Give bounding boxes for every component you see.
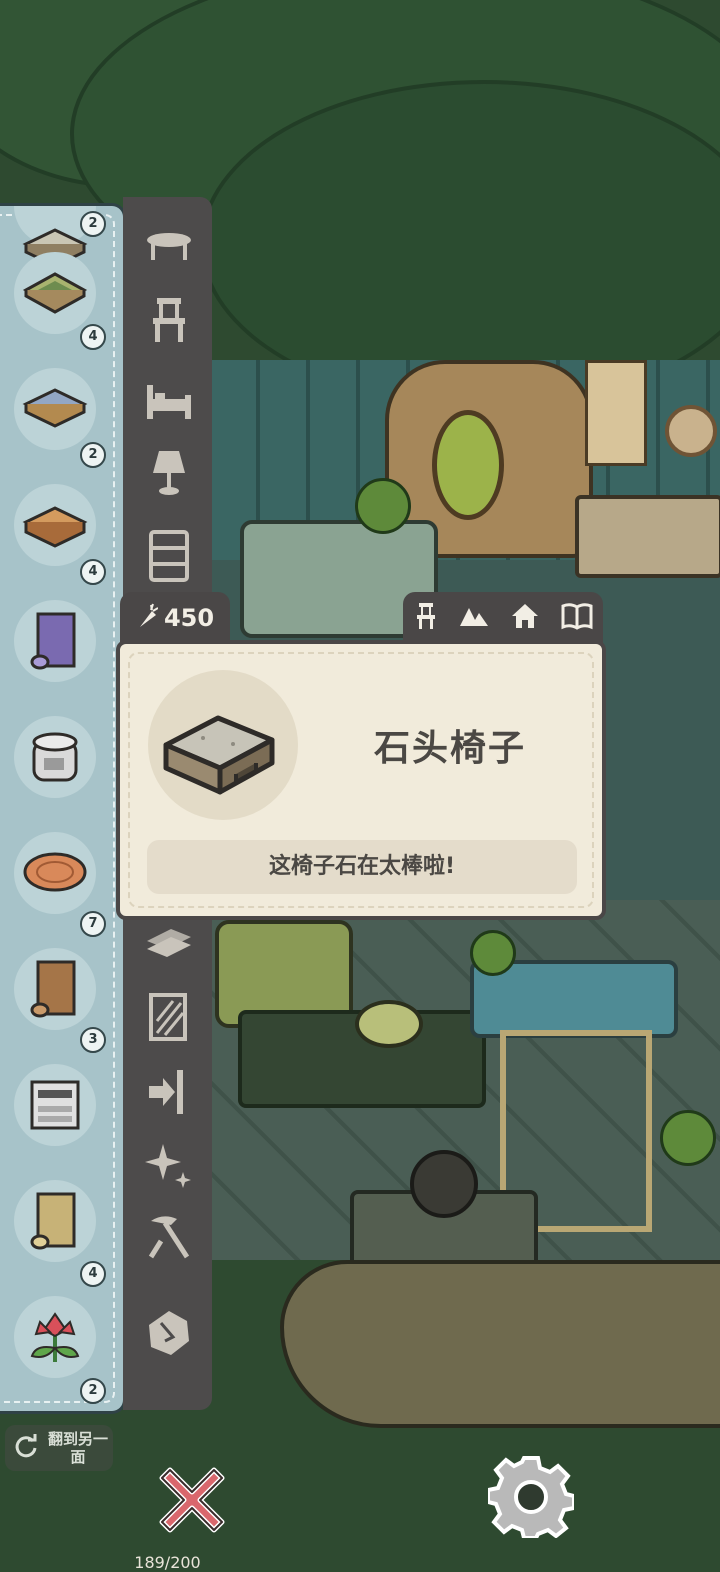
door-icon bbox=[149, 1070, 183, 1114]
cabinet[interactable] bbox=[575, 495, 720, 578]
item-tags bbox=[403, 592, 603, 644]
item-name: 石头椅子 bbox=[373, 728, 526, 769]
rice-cooker-icon bbox=[32, 732, 78, 782]
close-button[interactable] bbox=[150, 1458, 234, 1542]
category-shelf[interactable] bbox=[143, 530, 195, 582]
red-flower-plant-icon bbox=[30, 1312, 80, 1362]
carrot-icon bbox=[136, 603, 159, 633]
stone-icon bbox=[149, 1311, 189, 1355]
category-wallpaper[interactable] bbox=[143, 991, 195, 1043]
wall-scroll bbox=[585, 360, 647, 466]
purple-wallpaper-roll-icon bbox=[30, 612, 76, 670]
item-preview bbox=[148, 670, 298, 820]
purple-wallpaper-roll-item[interactable] bbox=[14, 600, 96, 682]
home-icon bbox=[510, 602, 540, 634]
red-flower-plant-item[interactable] bbox=[14, 1296, 96, 1378]
lamp-icon bbox=[153, 451, 185, 495]
fruit-bowl[interactable] bbox=[355, 1000, 423, 1048]
item-count-badge: 4 bbox=[80, 1261, 106, 1287]
tools-icon bbox=[148, 1216, 190, 1259]
category-chair[interactable] bbox=[143, 294, 195, 346]
blue-plank-bench-icon bbox=[22, 388, 88, 428]
inventory-capacity: 189/200 bbox=[134, 1553, 201, 1572]
green-mat-table-item[interactable] bbox=[14, 252, 96, 334]
wood-wallpaper-roll-item[interactable] bbox=[14, 948, 96, 1030]
settings-button[interactable] bbox=[486, 1452, 576, 1540]
category-stone[interactable] bbox=[143, 1307, 195, 1359]
item-count-badge: 4 bbox=[80, 559, 106, 585]
cooking-pot[interactable] bbox=[410, 1150, 478, 1218]
round-window bbox=[432, 410, 504, 520]
inventory-panel[interactable]: 2 4 2 4 7 3 4 2 bbox=[0, 203, 126, 1414]
category-floor[interactable] bbox=[143, 919, 195, 971]
wood-slice-rug-icon bbox=[23, 852, 87, 892]
shelf-icon bbox=[149, 530, 189, 582]
green-mat-table-icon bbox=[22, 272, 88, 314]
category-lamp[interactable] bbox=[143, 447, 195, 499]
category-sparkle[interactable] bbox=[143, 1140, 195, 1192]
rice-cooker-item[interactable] bbox=[14, 716, 96, 798]
floor-icon bbox=[147, 929, 191, 957]
sparkle-icon bbox=[145, 1144, 191, 1188]
bamboo-wallpaper-roll-item[interactable] bbox=[14, 1180, 96, 1262]
bamboo-wallpaper-roll-icon bbox=[30, 1192, 76, 1250]
bed-icon bbox=[147, 385, 191, 419]
stone-chair-icon bbox=[163, 715, 275, 795]
flip-button-label: 翻到另一面 bbox=[47, 1430, 108, 1466]
potted-plant[interactable] bbox=[470, 930, 516, 976]
category-bed[interactable] bbox=[143, 375, 195, 427]
category-table[interactable] bbox=[143, 226, 195, 278]
dreamcatcher bbox=[665, 405, 717, 457]
price-tab: 450 bbox=[120, 592, 230, 644]
item-count-badge: 7 bbox=[80, 911, 106, 937]
potted-plant[interactable] bbox=[660, 1110, 716, 1166]
chair-icon bbox=[414, 601, 438, 635]
item-count-badge: 2 bbox=[80, 1378, 106, 1404]
printer-copier-item[interactable] bbox=[14, 1064, 96, 1146]
blue-plank-bench-item[interactable] bbox=[14, 368, 96, 450]
item-description: 这椅子石在太棒啦! bbox=[147, 840, 577, 894]
wood-wallpaper-roll-icon bbox=[30, 960, 76, 1018]
chair-icon bbox=[153, 298, 185, 342]
gear-icon bbox=[486, 1456, 576, 1540]
price-value: 450 bbox=[163, 604, 215, 632]
printer-copier-icon bbox=[30, 1080, 80, 1130]
item-info-card: 石头椅子 这椅子石在太棒啦! bbox=[116, 640, 606, 920]
potted-plant[interactable] bbox=[355, 478, 411, 534]
flip-button[interactable]: 翻到另一面 bbox=[5, 1425, 113, 1471]
wallpaper-icon bbox=[149, 993, 187, 1041]
close-icon bbox=[159, 1467, 225, 1533]
item-count-badge: 3 bbox=[80, 1027, 106, 1053]
book-icon bbox=[561, 602, 593, 634]
table-icon bbox=[147, 233, 191, 260]
item-count-badge: 2 bbox=[80, 211, 106, 237]
item-count-badge: 2 bbox=[80, 442, 106, 468]
tree-root bbox=[280, 1260, 720, 1428]
category-tools[interactable] bbox=[143, 1211, 195, 1263]
wooden-crate-item[interactable] bbox=[14, 484, 96, 566]
wood-slice-rug-item[interactable] bbox=[14, 832, 96, 914]
item-count-badge: 4 bbox=[80, 324, 106, 350]
mountain-icon bbox=[459, 604, 489, 632]
category-door[interactable] bbox=[143, 1066, 195, 1118]
wooden-crate-icon bbox=[22, 506, 88, 548]
rotate-icon bbox=[13, 1433, 39, 1463]
